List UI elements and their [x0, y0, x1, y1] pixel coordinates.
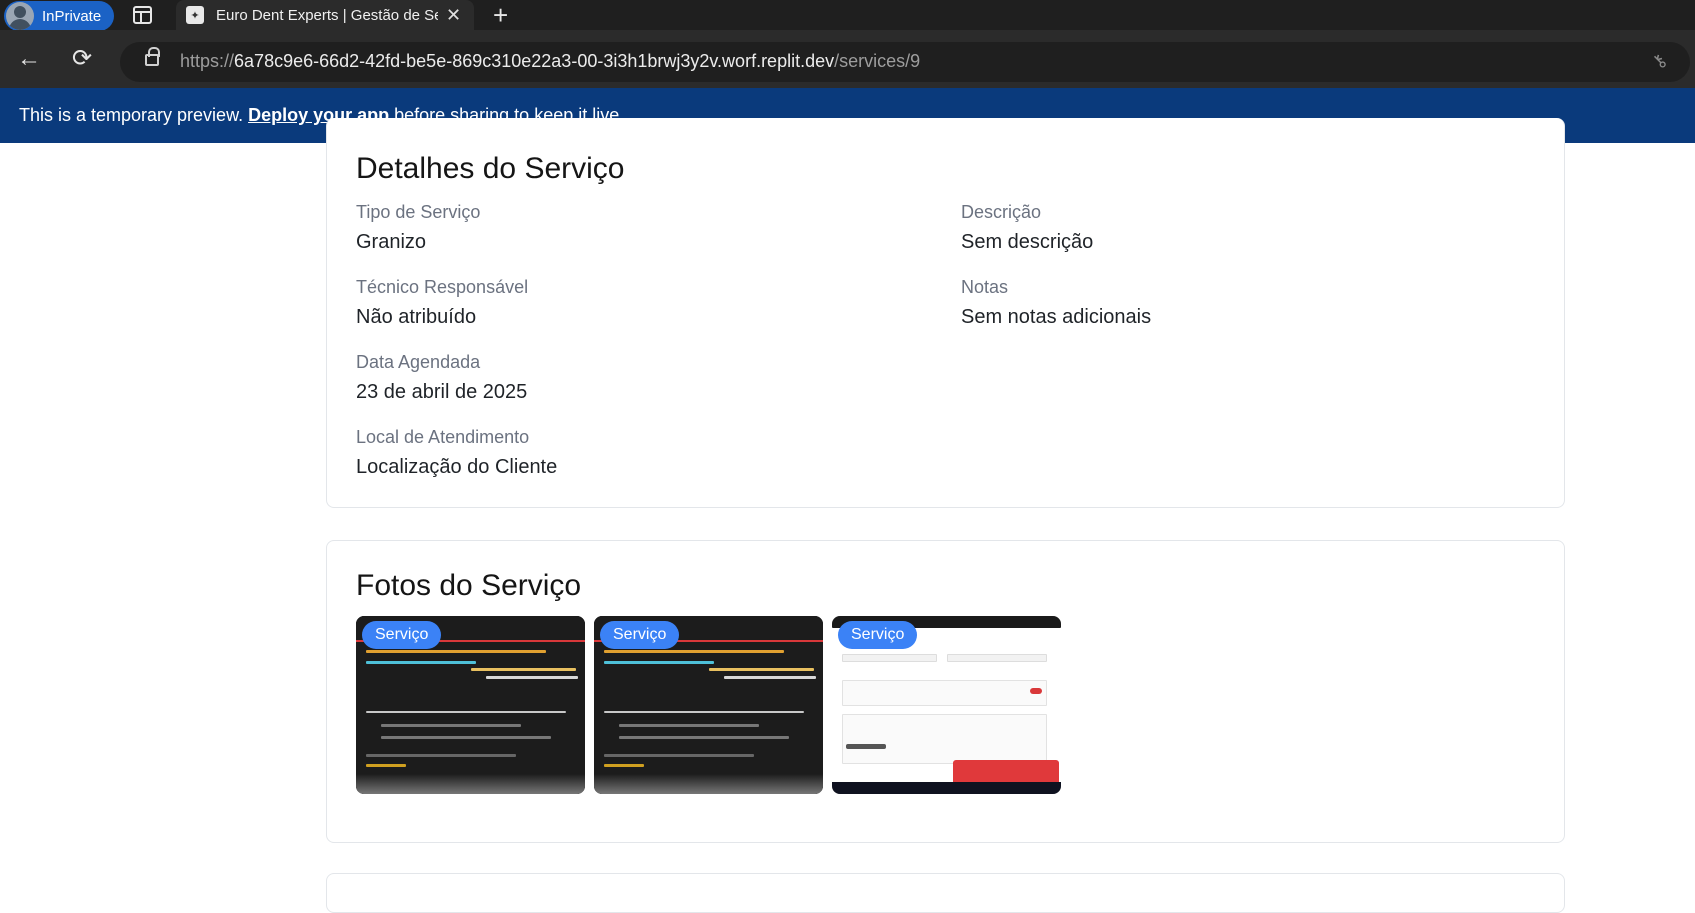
photo-detail: [947, 654, 1047, 662]
banner-text-before: This is a temporary preview.: [19, 105, 244, 125]
url-text[interactable]: https://6a78c9e6-66d2-42fd-be5e-869c310e…: [180, 51, 920, 72]
photo-detail: [604, 661, 714, 664]
photo-detail: [846, 744, 886, 749]
photo-thumbnail[interactable]: Serviço: [356, 616, 585, 794]
photo-detail: [381, 724, 521, 727]
photo-detail: [619, 736, 789, 739]
field-value: Localização do Cliente: [356, 456, 558, 478]
inprivate-button[interactable]: InPrivate: [4, 1, 114, 31]
field-value: Granizo: [356, 231, 427, 253]
field-label: Notas: [961, 277, 1009, 297]
photo-detail: [594, 774, 823, 794]
field-data-agendada: Data Agendada 23 de abril de 2025: [356, 352, 527, 404]
field-label: Tipo de Serviço: [356, 202, 481, 222]
site-favicon-icon: ✦: [186, 6, 204, 24]
field-label: Data Agendada: [356, 352, 481, 372]
photo-thumbnail[interactable]: Serviço: [594, 616, 823, 794]
back-arrow-icon[interactable]: ←: [17, 47, 41, 71]
photo-detail: [486, 676, 578, 679]
field-label: Local de Atendimento: [356, 427, 530, 447]
profile-avatar-icon: [6, 2, 34, 30]
field-local: Local de Atendimento Localização do Clie…: [356, 427, 557, 479]
field-value: Sem notas adicionais: [961, 306, 1152, 328]
photo-detail: [366, 764, 406, 767]
photo-detail: [1030, 688, 1042, 694]
field-label: Descrição: [961, 202, 1042, 222]
browser-tab[interactable]: ✦ Euro Dent Experts | Gestão de Ser ✕: [176, 0, 474, 30]
url-prefix: https://: [180, 51, 235, 71]
photo-detail: [842, 654, 937, 662]
photo-detail: [356, 774, 585, 794]
reload-icon[interactable]: ⟳: [72, 47, 92, 71]
photo-detail: [366, 711, 566, 713]
photo-detail: [842, 714, 1047, 764]
field-notas: Notas Sem notas adicionais: [961, 277, 1151, 329]
photo-thumbnail[interactable]: Serviço: [832, 616, 1061, 794]
photo-detail: [724, 676, 816, 679]
url-host: 6a78c9e6-66d2-42fd-be5e-869c310e22a3-00-…: [234, 51, 835, 71]
photo-badge: Serviço: [600, 621, 680, 649]
photo-detail: [471, 668, 576, 671]
photo-detail: [604, 711, 804, 713]
photo-detail: [381, 736, 551, 739]
photo-detail: [842, 680, 1047, 706]
field-label: Técnico Responsável: [356, 277, 529, 297]
photo-detail: [366, 754, 516, 757]
field-value: 23 de abril de 2025: [356, 381, 528, 403]
photo-badge: Serviço: [838, 621, 918, 649]
field-tipo-servico: Tipo de Serviço Granizo: [356, 202, 480, 254]
photo-detail: [366, 661, 476, 664]
new-tab-icon[interactable]: +: [493, 1, 508, 29]
field-value: Sem descrição: [961, 231, 1094, 253]
photo-detail: [619, 724, 759, 727]
photo-detail: [709, 668, 814, 671]
url-path: /services/9: [834, 51, 921, 71]
photo-detail: [604, 650, 784, 653]
photo-detail: [366, 650, 546, 653]
photos-title: Fotos do Serviço: [356, 569, 582, 602]
next-card: [326, 873, 1565, 913]
service-details-card: Detalhes do Serviço Tipo de Serviço Gran…: [326, 118, 1565, 508]
photo-detail: [604, 764, 644, 767]
field-descricao: Descrição Sem descrição: [961, 202, 1093, 254]
photo-detail: [832, 782, 1061, 794]
field-value: Não atribuído: [356, 306, 477, 328]
photo-badge: Serviço: [362, 621, 442, 649]
photo-detail: [604, 754, 754, 757]
field-tecnico: Técnico Responsável Não atribuído: [356, 277, 528, 329]
tab-close-icon[interactable]: ✕: [446, 5, 461, 26]
lock-icon[interactable]: [145, 47, 160, 66]
tab-actions-icon[interactable]: [133, 6, 152, 24]
service-photos-card: Fotos do Serviço Serviço Serviço Serviço: [326, 540, 1565, 843]
details-title: Detalhes do Serviço: [356, 152, 625, 185]
tab-title: Euro Dent Experts | Gestão de Ser: [216, 6, 438, 24]
inprivate-label: InPrivate: [42, 7, 102, 25]
